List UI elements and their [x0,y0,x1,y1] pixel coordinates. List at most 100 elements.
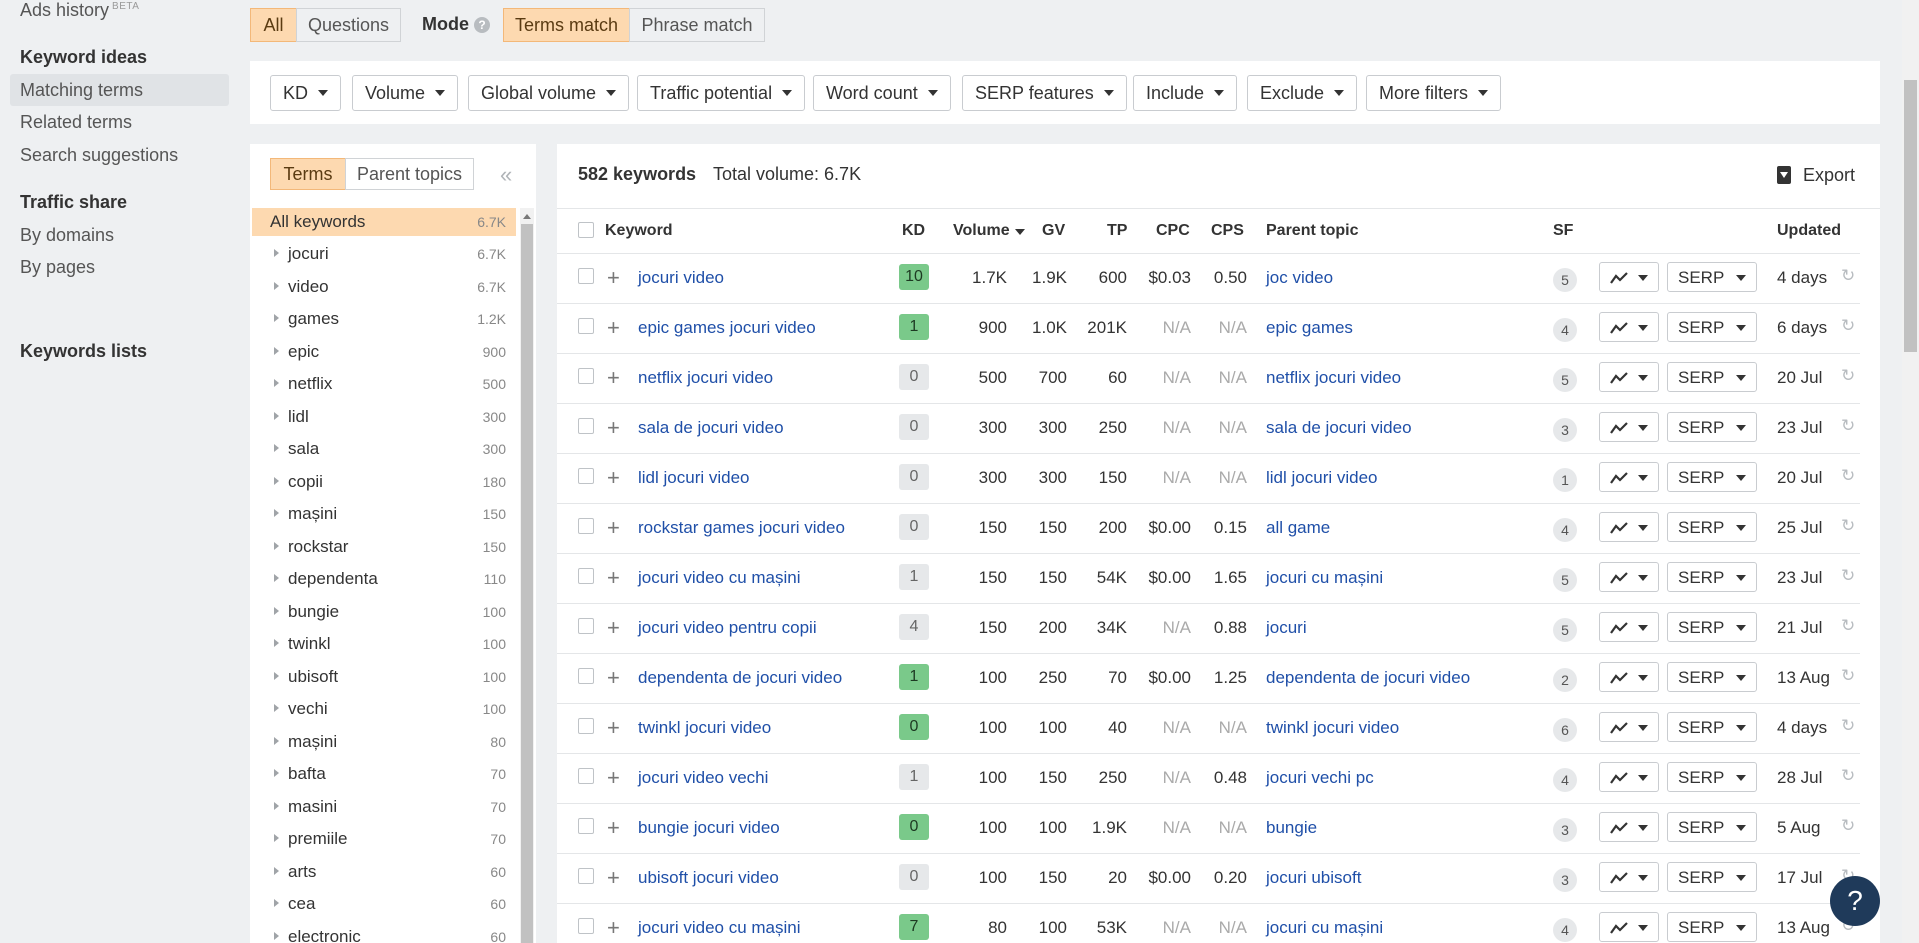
serp-features-count[interactable]: 2 [1553,668,1577,692]
list-item[interactable]: copii 180 [252,468,516,496]
column-header-sf[interactable]: SF [1553,222,1573,240]
parent-topic-link[interactable]: jocuri cu mașini [1266,568,1383,588]
refresh-icon[interactable]: ↻ [1841,416,1855,436]
serp-dropdown[interactable]: SERP [1667,462,1757,492]
serp-features-count[interactable]: 6 [1553,718,1577,742]
page-scroll-thumb[interactable] [1904,80,1917,352]
filter-global-volume-dropdown[interactable]: Global volume [468,75,630,111]
column-header-cpc[interactable]: CPC [1156,222,1190,240]
refresh-icon[interactable]: ↻ [1841,266,1855,286]
trend-dropdown[interactable] [1599,712,1659,742]
select-all-checkbox[interactable] [578,222,594,238]
list-item[interactable]: sala 300 [252,435,516,463]
terms-scroll-thumb[interactable] [521,224,533,943]
expand-icon[interactable] [274,931,279,940]
row-checkbox[interactable] [578,418,594,434]
list-item[interactable]: ubisoft 100 [252,663,516,691]
serp-features-count[interactable]: 4 [1553,768,1577,792]
parent-topic-link[interactable]: dependenta de jocuri video [1266,668,1470,688]
expand-icon[interactable] [274,606,279,615]
list-item[interactable]: mașini 150 [252,500,516,528]
column-header-updated[interactable]: Updated [1777,222,1841,240]
list-item[interactable]: netflix 500 [252,370,516,398]
row-checkbox[interactable] [578,268,594,284]
keyword-link[interactable]: twinkl jocuri video [638,718,771,738]
serp-dropdown[interactable]: SERP [1667,312,1757,342]
refresh-icon[interactable]: ↻ [1841,666,1855,686]
column-header-kd[interactable]: KD [902,222,925,240]
expand-icon[interactable] [274,379,279,387]
sidebar-item-keywords-lists[interactable]: Keywords lists [20,341,147,362]
serp-features-count[interactable]: 5 [1553,568,1577,592]
add-to-list-icon[interactable]: + [607,315,620,341]
refresh-icon[interactable]: ↻ [1841,516,1855,536]
trend-dropdown[interactable] [1599,562,1659,592]
serp-features-count[interactable]: 3 [1553,818,1577,842]
expand-icon[interactable] [274,834,279,842]
sidebar-item-by-pages[interactable]: By pages [20,257,95,278]
refresh-icon[interactable]: ↻ [1841,366,1855,386]
expand-icon[interactable] [274,801,279,810]
help-icon[interactable]: ? [474,17,490,33]
parent-topic-link[interactable]: joc video [1266,268,1333,288]
parent-topic-link[interactable]: jocuri [1266,618,1307,638]
column-header-volume[interactable]: Volume [953,222,1025,240]
serp-features-count[interactable]: 4 [1553,918,1577,942]
list-item[interactable]: premiile 70 [252,825,516,853]
sidebar-item-related-terms[interactable]: Related terms [20,112,132,133]
serp-features-count[interactable]: 3 [1553,868,1577,892]
keyword-link[interactable]: jocuri video vechi [638,768,768,788]
row-checkbox[interactable] [578,518,594,534]
row-checkbox[interactable] [578,468,594,484]
expand-icon[interactable] [274,249,279,257]
row-checkbox[interactable] [578,868,594,884]
serp-dropdown[interactable]: SERP [1667,512,1757,542]
serp-dropdown[interactable]: SERP [1667,262,1757,292]
refresh-icon[interactable]: ↻ [1841,616,1855,636]
keyword-link[interactable]: jocuri video cu mașini [638,568,801,588]
add-to-list-icon[interactable]: + [607,765,620,791]
expand-icon[interactable] [274,314,279,322]
filter-questions-button[interactable]: Questions [296,8,401,42]
add-to-list-icon[interactable]: + [607,465,620,491]
add-to-list-icon[interactable]: + [607,915,620,941]
keyword-link[interactable]: lidl jocuri video [638,468,750,488]
serp-features-count[interactable]: 5 [1553,618,1577,642]
add-to-list-icon[interactable]: + [607,265,620,291]
serp-dropdown[interactable]: SERP [1667,812,1757,842]
list-item-all-keywords[interactable]: All keywords 6.7K [252,208,516,236]
keyword-link[interactable]: epic games jocuri video [638,318,816,338]
expand-icon[interactable] [274,639,279,647]
trend-dropdown[interactable] [1599,662,1659,692]
refresh-icon[interactable]: ↻ [1841,766,1855,786]
list-item[interactable]: twinkl 100 [252,630,516,658]
parent-topic-link[interactable]: sala de jocuri video [1266,418,1412,438]
sidebar-item-ads-history[interactable]: Ads history BETA [20,0,139,21]
parent-topic-link[interactable]: bungie [1266,818,1317,838]
collapse-icon[interactable]: « [500,162,512,188]
scroll-up-icon[interactable] [523,214,531,219]
serp-features-count[interactable]: 4 [1553,518,1577,542]
list-item[interactable]: mașini 80 [252,728,516,756]
add-to-list-icon[interactable]: + [607,365,620,391]
tab-parent-topics[interactable]: Parent topics [345,158,474,190]
list-item[interactable]: video 6.7K [252,273,516,301]
trend-dropdown[interactable] [1599,762,1659,792]
expand-icon[interactable] [274,444,279,452]
filter-volume-dropdown[interactable]: Volume [352,75,459,111]
row-checkbox[interactable] [578,718,594,734]
keyword-link[interactable]: rockstar games jocuri video [638,518,845,538]
keyword-link[interactable]: jocuri video cu mașini [638,918,801,938]
keyword-link[interactable]: sala de jocuri video [638,418,784,438]
refresh-icon[interactable]: ↻ [1841,316,1855,336]
expand-icon[interactable] [274,411,279,420]
serp-dropdown[interactable]: SERP [1667,662,1757,692]
filter-word-count-dropdown[interactable]: Word count [813,75,951,111]
list-item[interactable]: cea 60 [252,890,516,918]
sidebar-item-matching-terms[interactable]: Matching terms [20,80,143,101]
add-to-list-icon[interactable]: + [607,665,620,691]
serp-dropdown[interactable]: SERP [1667,862,1757,892]
help-button[interactable]: ? [1830,876,1880,926]
keyword-link[interactable]: jocuri video [638,268,724,288]
sidebar-item-search-suggestions[interactable]: Search suggestions [20,145,178,166]
